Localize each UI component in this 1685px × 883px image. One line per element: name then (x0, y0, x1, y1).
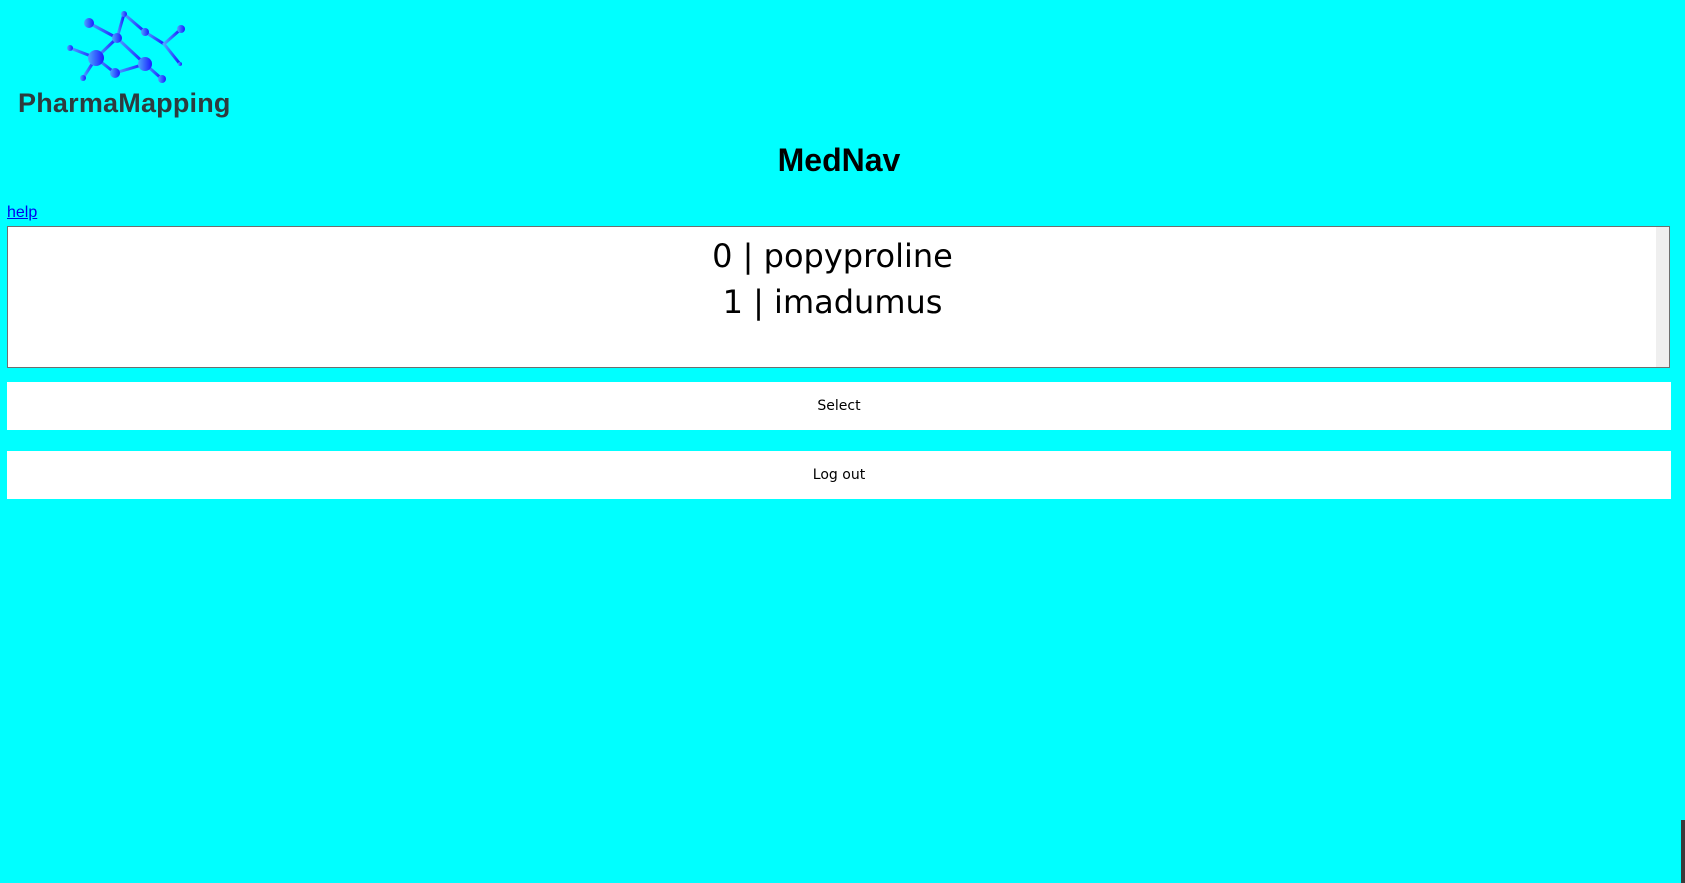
select-button[interactable]: Select (7, 382, 1671, 430)
page-scrollbar[interactable] (1681, 820, 1685, 883)
medication-listbox[interactable]: 0 | popyproline 1 | imadumus (7, 226, 1670, 368)
logo-text: PharmaMapping (18, 88, 231, 118)
logout-button[interactable]: Log out (7, 451, 1671, 499)
molecule-network-icon (67, 11, 185, 83)
listbox-scrollbar[interactable] (1656, 227, 1669, 367)
page-title: MedNav (777, 142, 901, 178)
pharmamapping-logo: PharmaMapping (16, 8, 256, 120)
help-link[interactable]: help (7, 204, 37, 222)
list-item[interactable]: 0 | popyproline (8, 233, 1657, 279)
list-item[interactable]: 1 | imadumus (8, 279, 1657, 325)
listbox-items: 0 | popyproline 1 | imadumus (8, 233, 1657, 325)
